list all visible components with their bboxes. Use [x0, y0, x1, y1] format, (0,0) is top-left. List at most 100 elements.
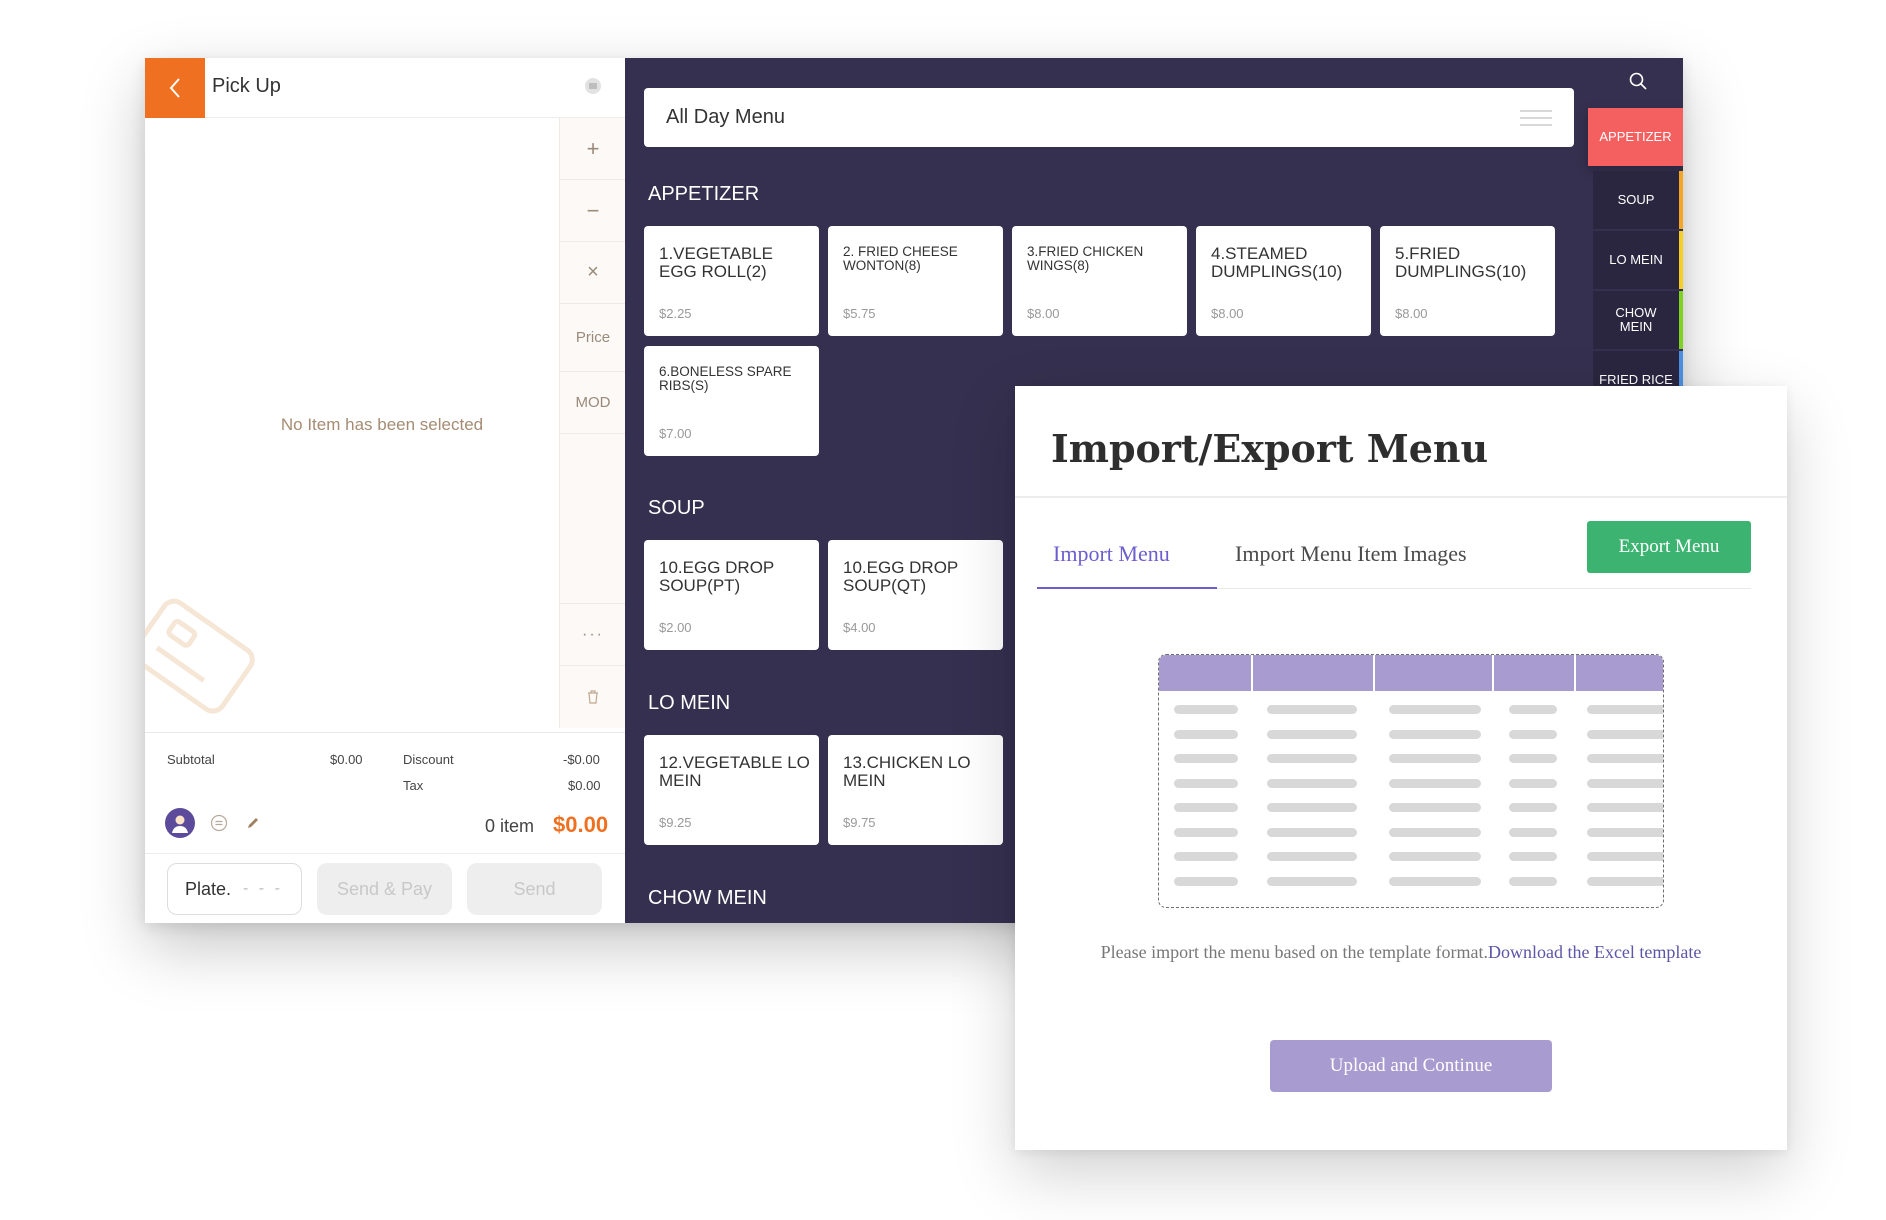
menu-item-name: 5.FRIED DUMPLINGS(10) — [1395, 244, 1527, 282]
send-pay-button[interactable]: Send & Pay — [317, 863, 452, 915]
placeholder-bar — [1509, 778, 1557, 788]
more-button[interactable]: ··· — [560, 604, 626, 666]
search-button[interactable] — [1593, 58, 1683, 104]
placeholder-bar — [1509, 803, 1557, 812]
placeholder-bar — [1389, 852, 1481, 861]
placeholder-bar — [1267, 852, 1357, 861]
order-total: $0.00 — [553, 812, 609, 837]
section-title: LO MEIN — [648, 692, 731, 714]
increase-button[interactable]: + — [560, 118, 626, 180]
menu-item-card[interactable]: 10.EGG DROP SOUP(PT) $2.00 — [644, 540, 819, 650]
category-tab-soup[interactable]: SOUP — [1593, 171, 1683, 229]
tab-import-menu[interactable]: Import Menu — [1053, 541, 1170, 567]
category-tab-lo-mein[interactable]: LO MEIN — [1593, 231, 1683, 289]
placeholder-bar — [1587, 876, 1663, 886]
transfer-icon[interactable] — [209, 813, 229, 833]
plate-value: - - - — [243, 880, 283, 897]
column-divider — [1492, 655, 1494, 691]
placeholder-bar — [1587, 754, 1663, 763]
placeholder-bar — [1389, 754, 1481, 763]
category-label: APPETIZER — [1599, 128, 1672, 144]
column-divider — [1574, 655, 1576, 691]
menu-item-name: 13.CHICKEN LO MEIN — [843, 753, 971, 791]
menu-selector[interactable]: All Day Menu — [644, 88, 1574, 147]
more-icon: ··· — [582, 625, 604, 643]
section-title: APPETIZER — [648, 183, 760, 205]
menu-item-price: $2.25 — [659, 306, 692, 321]
discount-label: Discount — [403, 752, 454, 767]
placeholder-bar — [1174, 729, 1238, 739]
category-color-edge — [1679, 291, 1683, 349]
menu-item-card[interactable]: 6.BONELESS SPARE RIBS(S) $7.00 — [644, 346, 819, 456]
tab-import-images[interactable]: Import Menu Item Images — [1235, 541, 1467, 567]
price-button[interactable]: Price — [560, 304, 626, 372]
placeholder-bar — [1174, 876, 1238, 886]
card-illustration-icon — [145, 598, 255, 714]
template-illustration — [1158, 654, 1664, 908]
menu-item-name: 4.STEAMED DUMPLINGS(10) — [1211, 244, 1343, 282]
import-instructions: Please import the menu based on the temp… — [1015, 942, 1787, 963]
plus-icon: + — [586, 135, 600, 161]
placeholder-bar — [1174, 803, 1238, 812]
menu-item-price: $7.00 — [659, 426, 692, 441]
menu-item-card[interactable]: 13.CHICKEN LO MEIN $9.75 — [828, 735, 1003, 845]
placeholder-bar — [1174, 827, 1238, 837]
placeholder-bar — [1174, 778, 1238, 788]
order-panel: Pick Up + − × Price MOD ··· No Item has … — [145, 58, 626, 923]
menu-item-card[interactable]: 12.VEGETABLE LO MEIN $9.25 — [644, 735, 819, 845]
category-label: LO MEIN — [1609, 251, 1663, 267]
menu-item-card[interactable]: 3.FRIED CHICKEN WINGS(8) $8.00 — [1012, 226, 1187, 336]
totals-divider — [145, 732, 625, 733]
send-button[interactable]: Send — [467, 863, 602, 915]
active-tab-indicator — [1037, 587, 1217, 589]
menu-item-price: $4.00 — [843, 620, 876, 635]
modal-title: Import/Export Menu — [1051, 426, 1489, 471]
modifier-button[interactable]: MOD — [560, 372, 626, 434]
section-title: SOUP — [648, 497, 705, 519]
avatar[interactable] — [165, 808, 195, 838]
title-divider — [1015, 496, 1787, 498]
item-count: 0 item — [485, 816, 535, 836]
placeholder-bar — [1389, 729, 1481, 739]
plate-button[interactable]: Plate. - - - — [167, 863, 302, 915]
menu-item-card[interactable]: 4.STEAMED DUMPLINGS(10) $8.00 — [1196, 226, 1371, 336]
minus-icon: − — [586, 197, 600, 223]
placeholder-bar — [1389, 803, 1481, 812]
category-color-edge — [1679, 171, 1683, 229]
menu-name: All Day Menu — [666, 106, 785, 128]
category-tab-chow-mein[interactable]: CHOW MEIN — [1593, 291, 1683, 349]
remove-button[interactable]: × — [560, 242, 626, 304]
edit-icon[interactable] — [243, 813, 263, 833]
placeholder-bar — [1509, 827, 1557, 837]
category-tab-appetizer[interactable]: APPETIZER — [1588, 108, 1683, 166]
placeholder-bar — [1267, 729, 1357, 739]
menu-item-price: $8.00 — [1395, 306, 1428, 321]
placeholder-bar — [1509, 705, 1557, 714]
menu-item-name: 2. FRIED CHEESE WONTON(8) — [843, 244, 958, 274]
menu-item-card[interactable]: 2. FRIED CHEESE WONTON(8) $5.75 — [828, 226, 1003, 336]
price-label: Price — [575, 329, 611, 346]
column-divider — [1251, 655, 1253, 691]
menu-item-name: 12.VEGETABLE LO MEIN — [659, 753, 810, 791]
menu-dots-icon[interactable] — [585, 78, 601, 94]
decrease-button[interactable]: − — [560, 180, 626, 242]
back-button[interactable] — [145, 58, 205, 118]
upload-continue-button[interactable]: Upload and Continue — [1270, 1040, 1552, 1092]
export-menu-button[interactable]: Export Menu — [1587, 521, 1751, 573]
empty-order-message: No Item has been selected — [280, 415, 484, 434]
menu-item-card[interactable]: 5.FRIED DUMPLINGS(10) $8.00 — [1380, 226, 1555, 336]
menu-item-card[interactable]: 10.EGG DROP SOUP(QT) $4.00 — [828, 540, 1003, 650]
hamburger-icon[interactable] — [1520, 110, 1552, 131]
modifier-label: MOD — [575, 394, 611, 411]
menu-item-name: 1.VEGETABLE EGG ROLL(2) — [659, 244, 774, 282]
menu-item-card[interactable]: 1.VEGETABLE EGG ROLL(2) $2.25 — [644, 226, 819, 336]
category-label: FRIED RICE — [1599, 371, 1673, 387]
discount-value: -$0.00 — [563, 752, 600, 767]
order-type-title: Pick Up — [212, 75, 281, 97]
download-template-link[interactable]: Download the Excel template — [1488, 942, 1701, 962]
column-divider — [1373, 655, 1375, 691]
delete-button[interactable] — [560, 666, 626, 728]
order-actions — [165, 808, 263, 838]
menu-item-price: $9.25 — [659, 815, 692, 830]
search-icon — [1629, 72, 1647, 90]
